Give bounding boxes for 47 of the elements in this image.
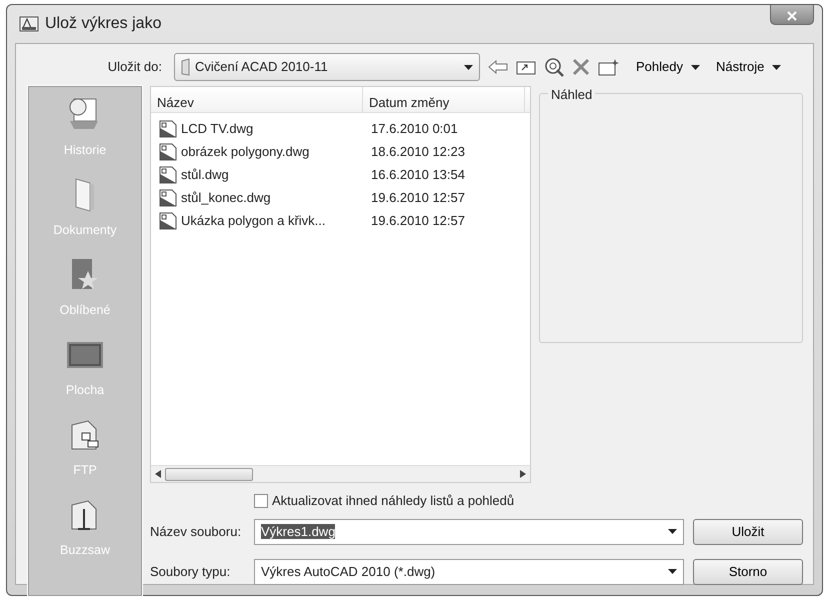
column-header[interactable]: Datum změny (363, 87, 525, 112)
dialog-button[interactable]: Storno (693, 558, 803, 584)
scroll-right-icon (520, 470, 526, 478)
drawing-file-icon (159, 120, 177, 138)
file-date: 19.6.2010 12:57 (371, 212, 465, 228)
checkbox[interactable] (254, 494, 268, 508)
close-button[interactable] (770, 5, 814, 25)
file-type-dropdown[interactable]: Výkres AutoCAD 2010 (*.dwg) (254, 558, 684, 584)
app-icon (19, 15, 39, 33)
delete-icon[interactable] (572, 58, 590, 76)
drawing-file-icon (159, 188, 177, 206)
new-folder-icon[interactable] (598, 58, 620, 76)
window-title: Ulož výkres jako (45, 14, 162, 34)
field-label: Soubory typu: (150, 562, 232, 581)
checkbox-label[interactable]: Aktualizovat ihned náhledy listů a pohledů (272, 491, 514, 510)
file-date: 18.6.2010 12:23 (371, 144, 465, 159)
folder-dropdown[interactable]: Cvičení ACAD 2010-11 (174, 53, 480, 81)
field-label: Uložit do: (106, 58, 162, 76)
file-date: 19.6.2010 12:57 (371, 190, 465, 205)
folder-up-icon[interactable] (516, 59, 536, 75)
horizontal-scrollbar[interactable] (151, 465, 530, 482)
file-name[interactable]: LCD TV.dwg (181, 118, 254, 138)
scroll-left-icon (155, 470, 161, 478)
file-name[interactable]: stůl.dwg (181, 164, 229, 184)
caret-icon (668, 529, 677, 534)
file-date: 16.6.2010 13:54 (371, 166, 465, 182)
field-label: Název souboru: (150, 522, 242, 541)
caret-icon (772, 64, 782, 70)
caret-icon (690, 64, 700, 70)
file-name-field[interactable]: Výkres1.dwg (254, 518, 684, 544)
file-name[interactable]: stůl_konec.dwg (181, 188, 271, 208)
close-icon (786, 10, 798, 21)
caret-icon (464, 64, 473, 70)
column-header[interactable]: Název (151, 87, 363, 112)
dialog-button[interactable]: Uložit (693, 518, 803, 544)
back-arrow-icon[interactable] (488, 60, 508, 74)
drawing-file-icon (159, 212, 177, 230)
search-icon[interactable] (544, 57, 564, 77)
caret-icon (668, 569, 677, 574)
file-date: 17.6.2010 0:01 (371, 120, 458, 136)
toolbar-menu[interactable]: Nástroje (716, 57, 782, 77)
file-name[interactable]: obrázek polygony.dwg (181, 142, 310, 162)
drawing-file-icon (159, 142, 177, 160)
toolbar-menu[interactable]: Pohledy (636, 57, 700, 77)
file-name[interactable]: Ukázka polygon a křivk... (181, 210, 326, 230)
folder-icon (181, 58, 191, 76)
drawing-file-icon (159, 166, 177, 184)
